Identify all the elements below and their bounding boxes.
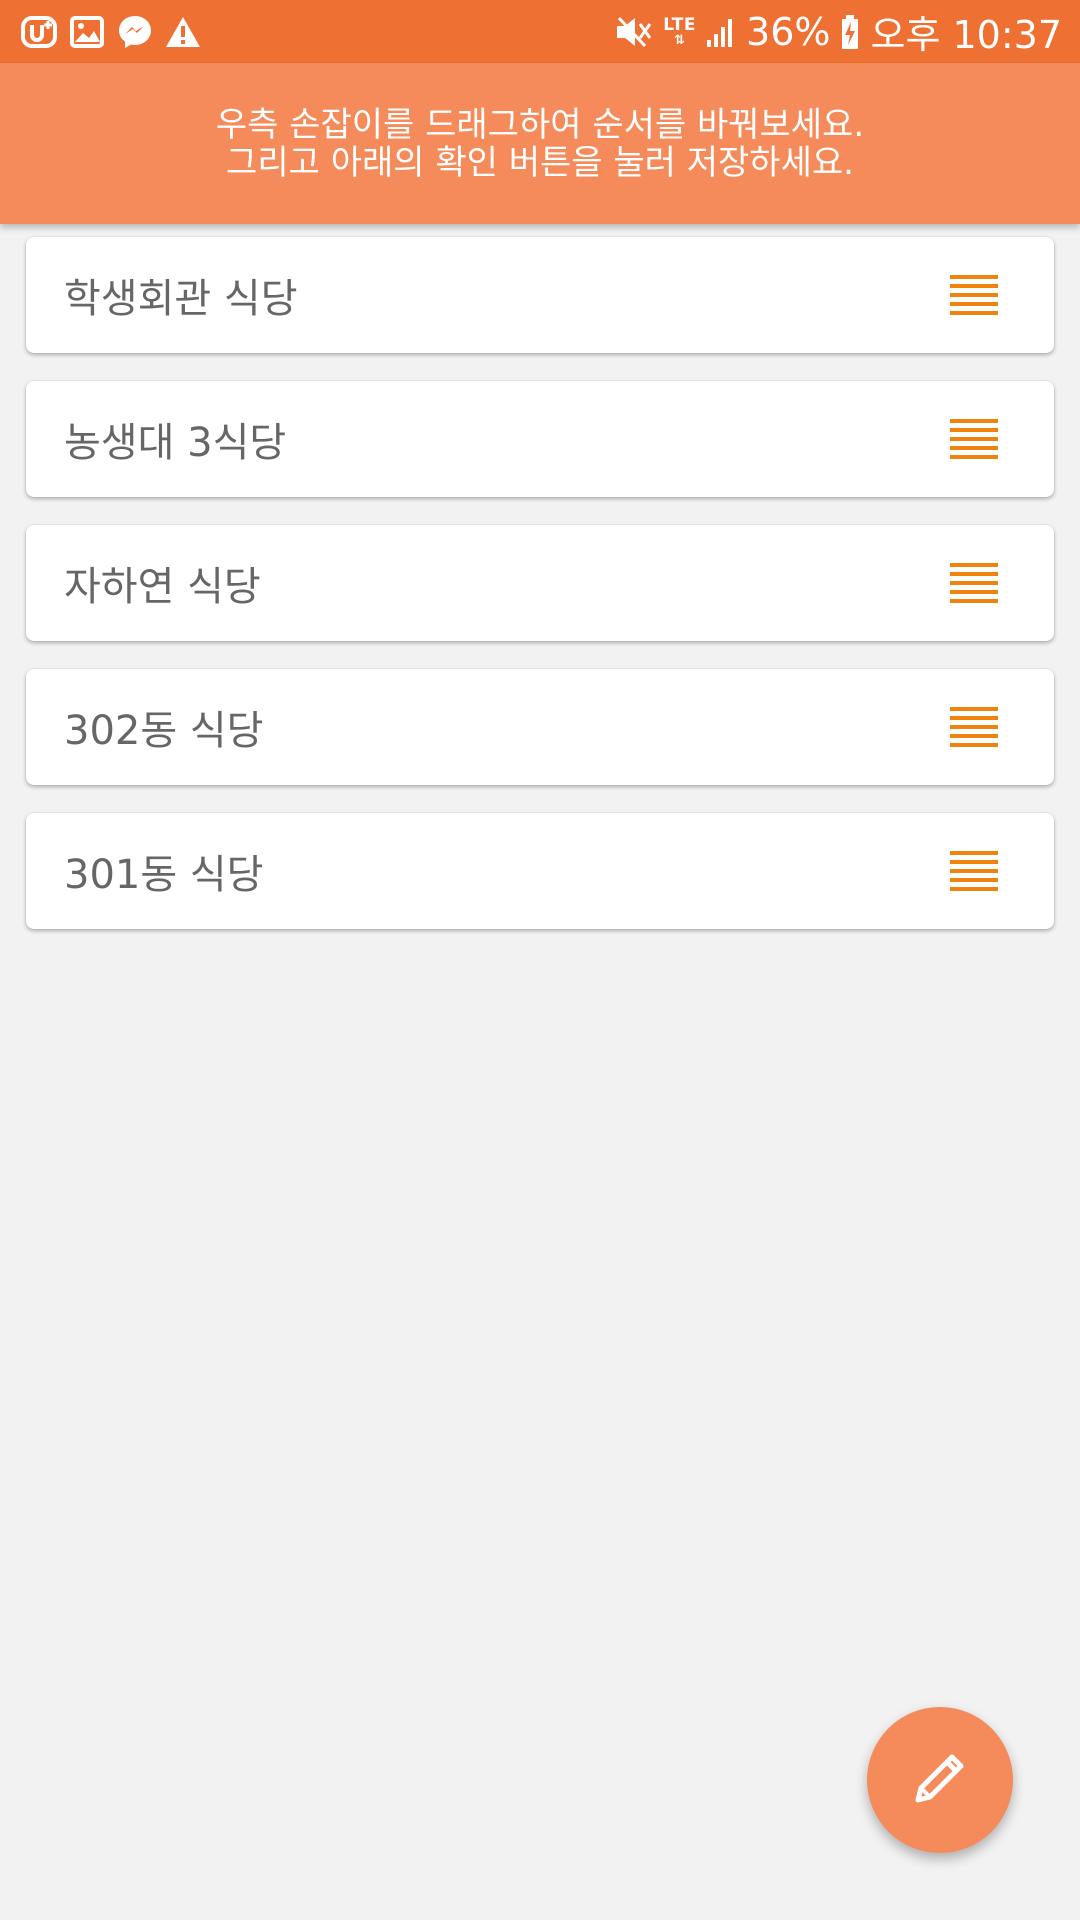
instruction-line-2: 그리고 아래의 확인 버튼을 눌러 저장하세요. [226,142,854,183]
u-plus-icon [20,13,58,51]
warning-icon [164,13,202,51]
image-icon [68,13,106,51]
list-item-label: 자하연 식당 [64,564,261,610]
status-time: 오후 10:37 [870,13,1062,57]
drag-handle-icon[interactable] [950,707,998,747]
battery-charging-icon [840,14,860,50]
edit-confirm-button[interactable] [867,1707,1013,1853]
list-item[interactable]: 301동 식당 [26,813,1054,929]
list-item-label: 301동 식당 [64,852,264,898]
list-item[interactable]: 자하연 식당 [26,525,1054,641]
drag-handle-icon[interactable] [950,563,998,603]
mute-icon [613,14,653,50]
drag-handle-icon[interactable] [950,851,998,891]
list-item-label: 농생대 3식당 [64,420,287,466]
lte-icon: LTE ⇅ [663,14,697,48]
battery-percent: 36% [746,9,831,54]
status-system-icons: LTE ⇅ 36% 오후 10:37 [613,0,1062,63]
signal-icon [706,16,736,48]
list-item[interactable]: 농생대 3식당 [26,381,1054,497]
lte-label: LTE [663,14,697,35]
messenger-icon [116,13,154,51]
status-notification-icons [20,0,202,63]
data-arrows-icon: ⇅ [673,32,686,48]
list-item[interactable]: 302동 식당 [26,669,1054,785]
list-item-label: 학생회관 식당 [64,276,298,322]
drag-handle-icon[interactable] [950,275,998,315]
pencil-icon [908,1746,972,1814]
cafeteria-list: 학생회관 식당 농생대 3식당 자하연 식당 302동 식당 301동 식당 [26,237,1054,957]
instruction-line-1: 우측 손잡이를 드래그하여 순서를 바꿔보세요. [215,104,865,145]
drag-handle-icon[interactable] [950,419,998,459]
list-item-label: 302동 식당 [64,708,264,754]
list-item[interactable]: 학생회관 식당 [26,237,1054,353]
instruction-banner: 우측 손잡이를 드래그하여 순서를 바꿔보세요. 그리고 아래의 확인 버튼을 … [0,63,1080,224]
status-bar: LTE ⇅ 36% 오후 10:37 [0,0,1080,63]
